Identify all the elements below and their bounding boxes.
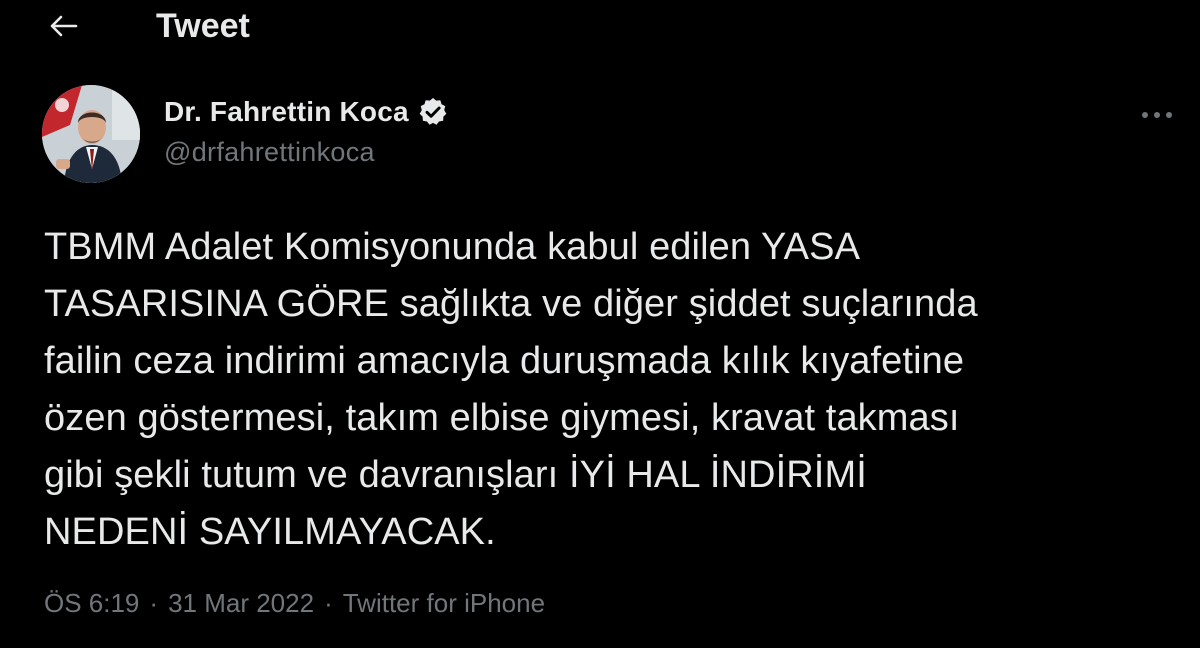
tweet-source[interactable]: Twitter for iPhone bbox=[343, 586, 545, 620]
avatar[interactable] bbox=[42, 85, 140, 183]
profile-photo bbox=[42, 85, 140, 183]
tweet-text: TBMM Adalet Komisyonunda kabul edilen YA… bbox=[44, 226, 978, 553]
back-button[interactable] bbox=[40, 6, 86, 46]
header-bar: Tweet bbox=[0, 0, 1200, 56]
author-display-name[interactable]: Dr. Fahrettin Koca bbox=[164, 96, 409, 128]
more-button[interactable] bbox=[1134, 95, 1180, 135]
meta-separator: · bbox=[324, 588, 333, 618]
author-name-row[interactable]: Dr. Fahrettin Koca bbox=[164, 95, 451, 129]
author-handle[interactable]: @drfahrettinkoca bbox=[164, 137, 375, 168]
verified-badge-icon bbox=[417, 95, 451, 129]
more-horizontal-icon bbox=[1142, 112, 1172, 118]
meta-separator: · bbox=[149, 588, 159, 618]
tweet-metadata: ÖS 6:19 · 31 Mar 2022 · Twitter for iPho… bbox=[44, 586, 545, 620]
page-title: Tweet bbox=[156, 7, 250, 45]
tweet-date[interactable]: 31 Mar 2022 bbox=[168, 586, 314, 620]
tweet-time[interactable]: ÖS 6:19 bbox=[44, 586, 139, 620]
arrow-left-icon bbox=[50, 15, 78, 37]
